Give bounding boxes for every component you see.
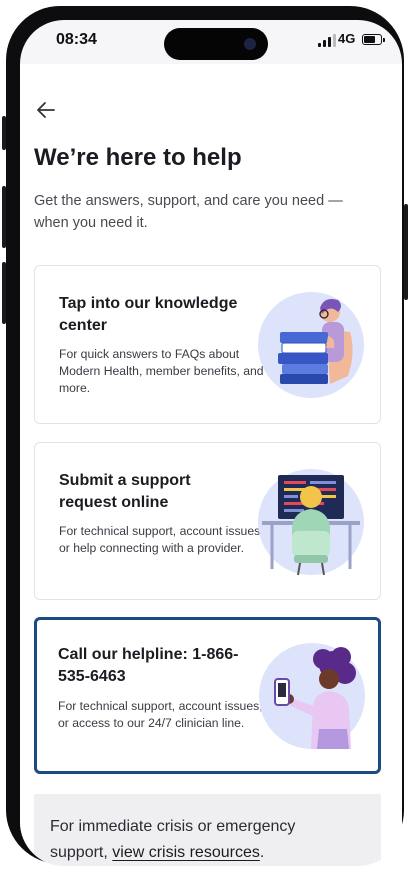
person-with-phone-illustration bbox=[259, 643, 365, 749]
helpline-card[interactable]: Call our helpline: 1-866-535-6463 For te… bbox=[34, 617, 381, 774]
card-description: For quick answers to FAQs about Modern H… bbox=[59, 347, 264, 395]
volume-up-button bbox=[2, 186, 6, 248]
action-button bbox=[2, 116, 6, 150]
status-bar: 08:34 4G bbox=[20, 20, 402, 64]
phone-frame: 08:34 4G We’re here to help Get the answ… bbox=[2, 6, 408, 866]
power-button bbox=[404, 204, 408, 300]
signal-icon bbox=[318, 33, 336, 47]
back-arrow-icon[interactable] bbox=[34, 98, 58, 122]
volume-down-button bbox=[2, 262, 6, 324]
page-title: We’re here to help bbox=[34, 144, 242, 171]
status-time: 08:34 bbox=[56, 31, 97, 48]
card-description: For technical support, account issues, o… bbox=[58, 699, 263, 730]
view-crisis-resources-link[interactable]: view crisis resources bbox=[112, 844, 260, 861]
person-with-books-illustration bbox=[258, 292, 364, 398]
crisis-banner: For immediate crisis or emergency suppor… bbox=[34, 794, 381, 866]
person-at-computer-illustration bbox=[258, 469, 364, 575]
screen: 08:34 4G We’re here to help Get the answ… bbox=[20, 20, 402, 866]
card-title: Submit a support request online bbox=[59, 472, 191, 511]
camera-icon bbox=[244, 38, 256, 50]
support-request-card[interactable]: Submit a support request online For tech… bbox=[34, 442, 381, 600]
battery-level bbox=[364, 36, 375, 43]
knowledge-center-card[interactable]: Tap into our knowledge center For quick … bbox=[34, 265, 381, 424]
card-title: Call our helpline: 1-866-535-6463 bbox=[58, 646, 239, 685]
help-page: We’re here to help Get the answers, supp… bbox=[20, 64, 402, 866]
battery-icon bbox=[362, 34, 385, 45]
crisis-text: For immediate crisis or emergency suppor… bbox=[50, 814, 350, 866]
network-type: 4G bbox=[338, 31, 356, 46]
page-subtitle: Get the answers, support, and care you n… bbox=[34, 193, 343, 231]
dynamic-island bbox=[164, 28, 268, 60]
card-description: For technical support, account issues, o… bbox=[59, 524, 264, 555]
crisis-suffix: . bbox=[259, 844, 265, 861]
card-title: Tap into our knowledge center bbox=[59, 295, 238, 334]
